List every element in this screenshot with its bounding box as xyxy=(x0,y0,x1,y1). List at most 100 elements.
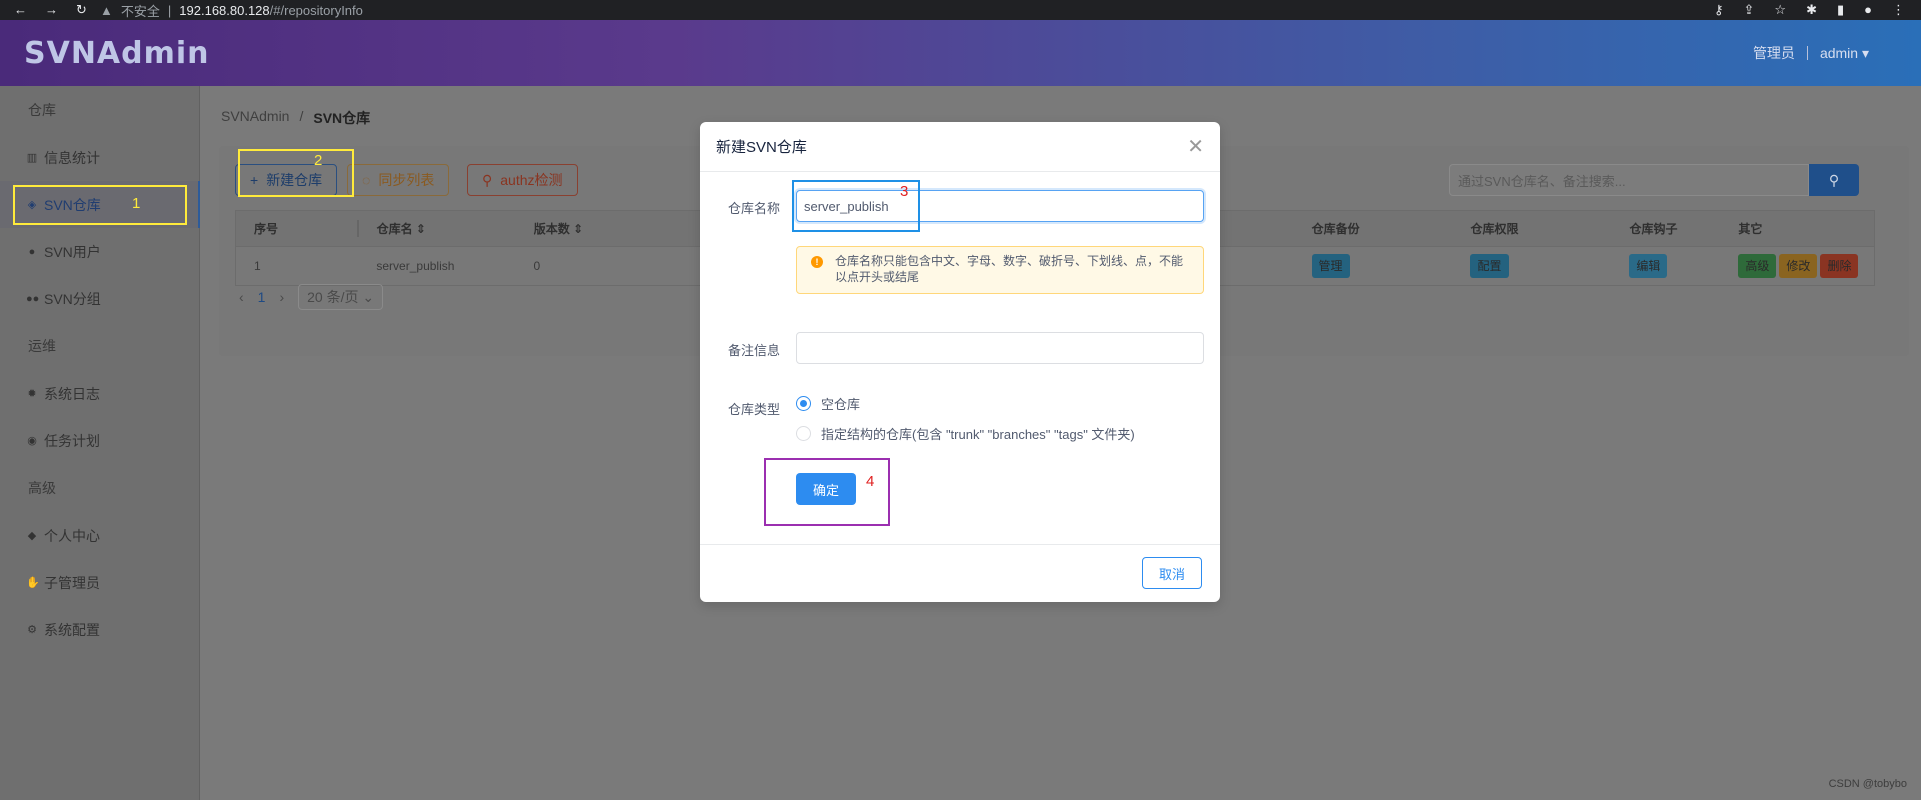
modal-title: 新建SVN仓库 xyxy=(716,139,807,156)
name-rule-alert: ! 仓库名称只能包含中文、字母、数字、破折号、下划线、点，不能以点开头或结尾 xyxy=(796,246,1204,294)
prev-page-icon[interactable]: ‹ xyxy=(239,289,244,305)
search-input[interactable]: 通过SVN仓库名、备注搜索... xyxy=(1449,164,1809,196)
annotation-box-4 xyxy=(764,458,890,526)
search-bar: 通过SVN仓库名、备注搜索... ⚲ xyxy=(1449,164,1859,196)
share-icon[interactable]: ⇪ xyxy=(1744,2,1755,18)
delete-button[interactable]: 删除 xyxy=(1820,254,1859,278)
sidebar-item-svn-group[interactable]: ●● SVN分组 xyxy=(0,275,199,322)
close-icon[interactable]: ✕ xyxy=(1187,134,1204,159)
sidebar-item-subadmin[interactable]: ✋ 子管理员 xyxy=(0,559,199,606)
alarm-icon: ◉ xyxy=(27,435,37,447)
search-button[interactable]: ⚲ xyxy=(1809,164,1859,196)
bug-icon: ✹ xyxy=(27,388,37,400)
breadcrumb: SVNAdmin / SVN仓库 xyxy=(221,108,370,128)
app-logo[interactable]: SVNAdmin xyxy=(0,36,210,71)
breadcrumb-separator: / xyxy=(299,108,304,124)
next-page-icon[interactable]: › xyxy=(279,289,284,305)
header-divider xyxy=(1806,46,1808,60)
sidebar-item-syslog[interactable]: ✹ 系统日志 xyxy=(0,370,199,417)
reload-icon[interactable]: ↻ xyxy=(76,2,87,18)
col-backup: 仓库备份 xyxy=(1311,222,1360,236)
col-other: 其它 xyxy=(1738,222,1763,236)
people-icon: ●● xyxy=(26,292,40,305)
person-icon: ● xyxy=(28,245,36,258)
hook-edit-button[interactable]: 编辑 xyxy=(1629,254,1668,278)
pagination: ‹ 1 › 20 条/页 ⌄ xyxy=(239,284,384,310)
chevron-down-icon: ⌄ xyxy=(362,289,375,305)
advanced-button[interactable]: 高级 xyxy=(1738,254,1777,278)
alert-text: 仓库名称只能包含中文、字母、数字、破折号、下划线、点，不能以点开头或结尾 xyxy=(835,254,1184,284)
star-icon[interactable]: ☆ xyxy=(1774,2,1786,18)
sidebar-group-repo: 仓库 xyxy=(28,102,56,118)
col-hook: 仓库钩子 xyxy=(1629,222,1678,236)
address-bar[interactable]: ▲ 不安全 | 192.168.80.128/#/repositoryInfo xyxy=(100,1,1714,20)
sidebar-item-sysconfig[interactable]: ⚙ 系统配置 xyxy=(0,606,199,653)
back-icon[interactable]: ← xyxy=(14,2,27,18)
radio-checked-icon[interactable] xyxy=(796,396,811,411)
backup-manage-button[interactable]: 管理 xyxy=(1311,254,1350,278)
sync-list-button[interactable]: ◌ 同步列表 xyxy=(347,164,450,196)
radio-unchecked-icon[interactable] xyxy=(796,426,811,441)
alert-icon: ! xyxy=(811,256,823,268)
sidebar-item-profile[interactable]: ◆ 个人中心 xyxy=(0,512,199,559)
cancel-button[interactable]: 取消 xyxy=(1142,557,1202,589)
col-permission: 仓库权限 xyxy=(1470,222,1519,236)
annotation-number-2: 2 xyxy=(314,152,323,169)
page-number[interactable]: 1 xyxy=(258,289,266,305)
sidebar-item-svn-user[interactable]: ● SVN用户 xyxy=(0,228,199,275)
app-header: SVNAdmin 管理员 admin ▾ xyxy=(0,20,1921,86)
repo-name-label: 仓库名称 xyxy=(728,201,781,216)
breadcrumb-current: SVN仓库 xyxy=(313,110,371,126)
breadcrumb-root[interactable]: SVNAdmin xyxy=(221,108,289,128)
page-size-select[interactable]: 20 条/页 ⌄ xyxy=(298,284,384,310)
menu-icon[interactable]: ⋮ xyxy=(1892,2,1905,18)
annotation-box-2 xyxy=(238,149,354,197)
authz-check-button[interactable]: ⚲ authz检测 xyxy=(467,164,578,196)
note-label: 备注信息 xyxy=(728,343,781,358)
user-menu[interactable]: admin ▾ xyxy=(1820,45,1869,62)
new-repo-modal: 新建SVN仓库 ✕ 仓库名称 server_publish ! 仓库名称只能包含… xyxy=(700,122,1220,602)
permission-config-button[interactable]: 配置 xyxy=(1470,254,1509,278)
sidebar-toggle-icon[interactable]: ▮ xyxy=(1837,2,1844,18)
bar-chart-icon: ▥ xyxy=(26,152,38,164)
modify-button[interactable]: 修改 xyxy=(1779,254,1818,278)
annotation-number-4: 4 xyxy=(866,473,875,490)
profile-icon[interactable]: ● xyxy=(1864,2,1872,18)
warning-icon: ▲ xyxy=(100,2,113,18)
annotation-number-1: 1 xyxy=(132,195,141,212)
cell-index: 1 xyxy=(254,259,261,273)
modal-header: 新建SVN仓库 ✕ xyxy=(700,122,1220,172)
note-input[interactable] xyxy=(796,332,1204,364)
sort-icon: ⇕ xyxy=(415,222,426,236)
cube-icon: ◆ xyxy=(27,530,37,542)
annotation-box-1 xyxy=(13,185,187,225)
watermark: CSDN @tobybo xyxy=(1828,778,1907,790)
sync-icon: ◌ xyxy=(362,172,371,188)
radio-structured-repo[interactable]: 指定结构的仓库(包含 "trunk" "branches" "tags" 文件夹… xyxy=(796,424,1135,443)
extension-icon[interactable]: ✱ xyxy=(1806,2,1817,18)
repo-type-label: 仓库类型 xyxy=(728,402,781,417)
col-name[interactable]: 仓库名 ⇕ xyxy=(359,220,516,237)
sidebar-item-stats[interactable]: ▥ 信息统计 xyxy=(0,134,199,181)
search-icon: ⚲ xyxy=(1828,171,1840,188)
key-icon[interactable]: ⚷ xyxy=(1714,2,1724,18)
sidebar-item-tasks[interactable]: ◉ 任务计划 xyxy=(0,417,199,464)
hand-icon: ✋ xyxy=(26,577,40,589)
url-path: /#/repositoryInfo xyxy=(269,2,363,18)
sidebar-group-advanced: 高级 xyxy=(28,480,56,496)
forward-icon[interactable]: → xyxy=(45,2,58,18)
col-index: 序号 xyxy=(236,220,359,237)
wrench-icon: ⚲ xyxy=(482,171,493,188)
sidebar-group-ops: 运维 xyxy=(28,338,56,354)
caret-down-icon: ▾ xyxy=(1861,44,1869,61)
security-label: 不安全 xyxy=(120,3,160,19)
modal-footer: 取消 xyxy=(700,544,1220,602)
sort-icon: ⇕ xyxy=(573,222,584,236)
role-label: 管理员 xyxy=(1752,45,1795,61)
gear-icon: ⚙ xyxy=(27,624,37,636)
url-host: 192.168.80.128 xyxy=(179,2,270,18)
annotation-number-3: 3 xyxy=(900,183,909,200)
cell-name: server_publish xyxy=(376,259,455,273)
browser-toolbar: ← → ↻ ▲ 不安全 | 192.168.80.128/#/repositor… xyxy=(0,0,1921,20)
radio-empty-repo[interactable]: 空仓库 xyxy=(796,394,860,413)
